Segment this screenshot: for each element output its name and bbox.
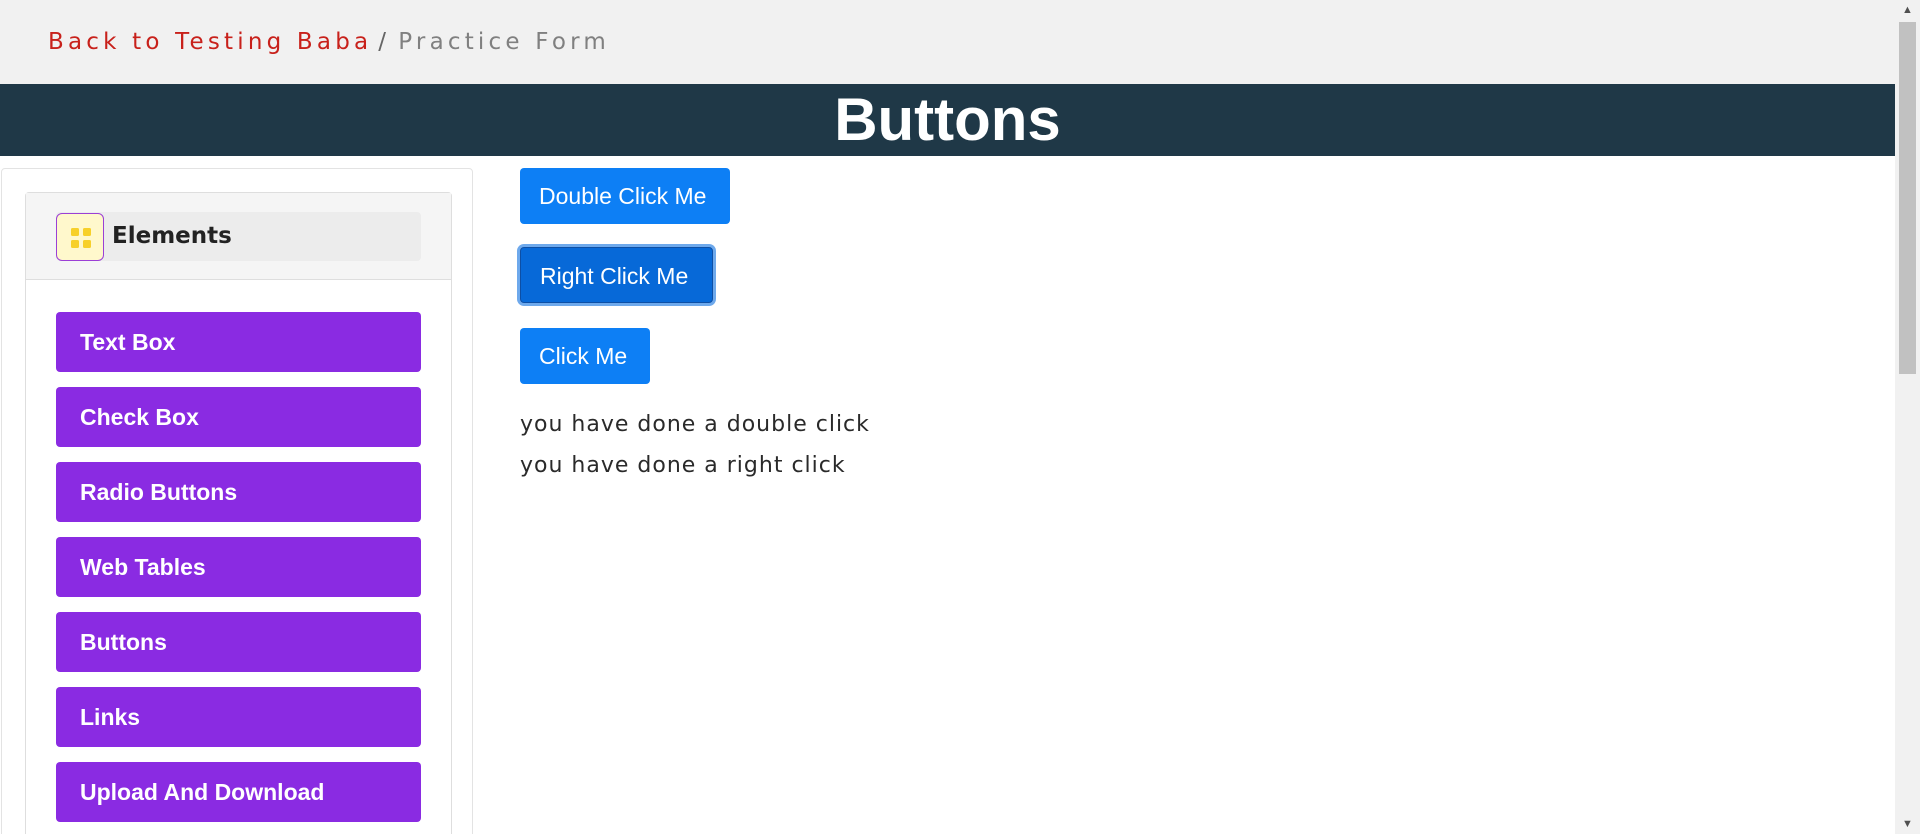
breadcrumb-current: Practice Form bbox=[398, 29, 610, 55]
breadcrumb: Back to Testing Baba / Practice Form bbox=[0, 0, 1895, 84]
scroll-up-arrow-icon[interactable]: ▲ bbox=[1895, 0, 1920, 20]
page: Back to Testing Baba / Practice Form Butto… bbox=[0, 0, 1895, 834]
page-banner: Buttons bbox=[0, 84, 1895, 156]
grid-icon bbox=[56, 213, 104, 261]
sidebar-item-upload-and-download[interactable]: Upload And Download bbox=[56, 762, 421, 822]
sidebar-item-links[interactable]: Links bbox=[56, 687, 421, 747]
right-click-button[interactable]: Right Click Me bbox=[520, 247, 713, 303]
scrollbar-thumb[interactable] bbox=[1899, 22, 1916, 374]
elements-group-title: Elements bbox=[112, 223, 232, 249]
sidebar-item-buttons[interactable]: Buttons bbox=[56, 612, 421, 672]
page-title: Buttons bbox=[834, 86, 1061, 153]
breadcrumb-separator: / bbox=[378, 29, 391, 55]
elements-group: Elements Text Box Check Box Radio Button… bbox=[25, 192, 452, 834]
back-to-testing-baba-link[interactable]: Back to Testing Baba bbox=[48, 29, 372, 55]
vertical-scrollbar[interactable]: ▲ ▼ bbox=[1895, 0, 1920, 834]
sidebar-item-web-tables[interactable]: Web Tables bbox=[56, 537, 421, 597]
click-button[interactable]: Click Me bbox=[520, 328, 650, 384]
right-click-message: you have done a right click bbox=[520, 453, 846, 478]
double-click-message: you have done a double click bbox=[520, 412, 870, 437]
double-click-button[interactable]: Double Click Me bbox=[520, 168, 730, 224]
elements-menu: Text Box Check Box Radio Buttons Web Tab… bbox=[56, 312, 421, 834]
sidebar-item-text-box[interactable]: Text Box bbox=[56, 312, 421, 372]
scroll-down-arrow-icon[interactable]: ▼ bbox=[1895, 814, 1920, 834]
sidebar-item-radio-buttons[interactable]: Radio Buttons bbox=[56, 462, 421, 522]
sidebar: Elements Text Box Check Box Radio Button… bbox=[1, 168, 473, 834]
elements-group-header[interactable]: Elements bbox=[26, 193, 451, 280]
elements-group-header-inner: Elements bbox=[56, 212, 421, 261]
sidebar-item-check-box[interactable]: Check Box bbox=[56, 387, 421, 447]
